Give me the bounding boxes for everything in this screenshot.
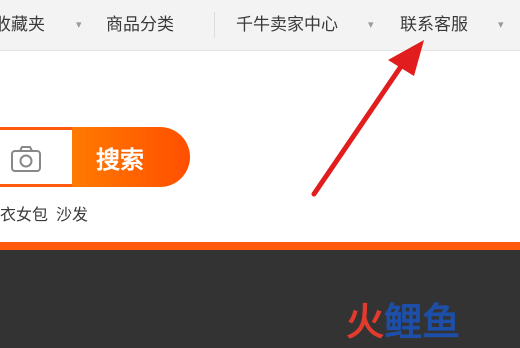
watermark-logo: 火鲤鱼 <box>346 300 460 344</box>
watermark-char: 鱼 <box>422 300 461 344</box>
watermark-char: 鲤 <box>384 300 423 344</box>
annotation-arrow-icon <box>311 40 424 197</box>
watermark-char: 火 <box>346 300 385 344</box>
page: 收藏夹 ▾ 商品分类 千牛卖家中心 ▾ 联系客服 ▾ 搜索 毛衣女包沙发 <box>0 0 520 348</box>
